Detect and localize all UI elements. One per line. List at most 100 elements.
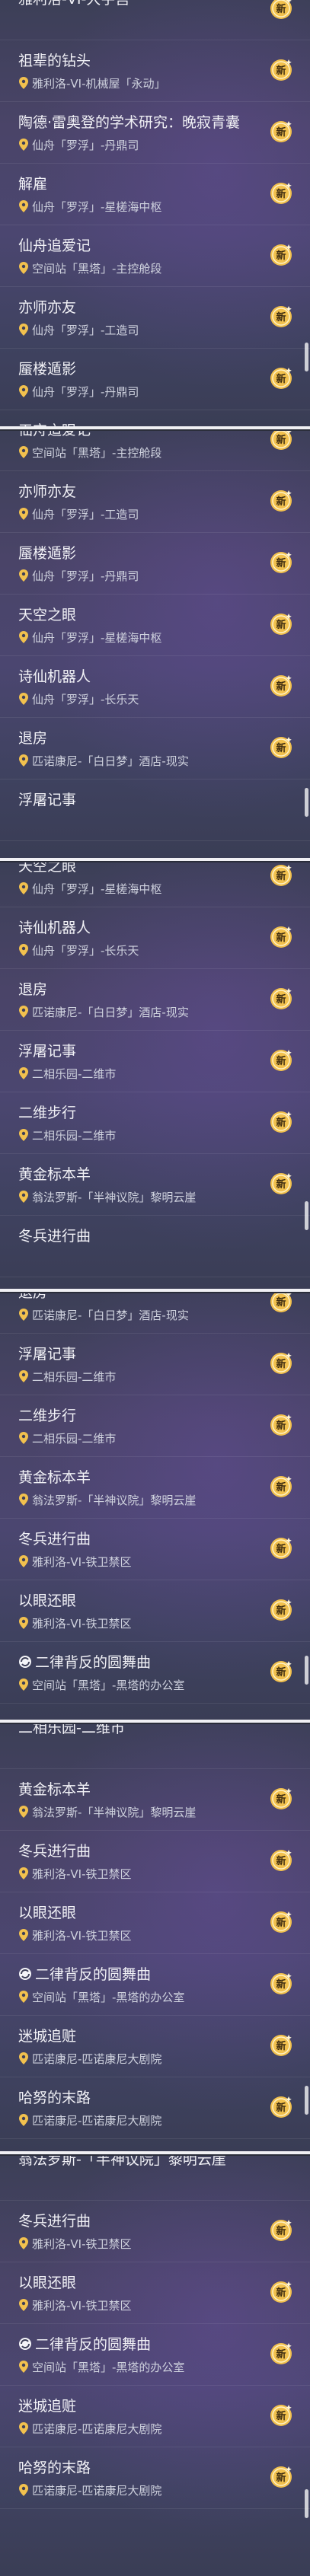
quest-title: 天空之眼 [18,862,76,875]
scrollbar-thumb[interactable] [305,1656,308,1685]
quest-item[interactable]: 诗仙机器人 仙舟「罗浮」-长乐天 新 [0,656,310,718]
new-badge-icon: 新 [270,431,292,450]
quest-location-text: 雅利洛-VI-铁卫禁区 [32,1555,132,1569]
new-badge-icon: 新 [270,2096,292,2118]
scrollbar-thumb[interactable] [305,1201,308,1230]
quest-location: 空间站「黑塔」-主控舱段 [18,445,161,461]
quest-item[interactable]: 二相乐园-二维市 [0,1724,310,1769]
quest-item[interactable]: 以眼还眼 雅利洛-VI-铁卫禁区 新 [0,1892,310,1954]
map-pin-icon [19,1991,28,2003]
quest-item[interactable]: 浮屠记事 二相乐园-二维市 新 [0,1031,310,1092]
quest-item[interactable]: 雅利洛-VI-大宇宫 新 [0,0,310,40]
quest-item[interactable]: 迷城追赃 匹诺康尼-匹诺康尼大剧院 新 [0,2386,310,2447]
quest-item[interactable]: 黄金标本羊 翁法罗斯-「半神议院」黎明云崖 新 [0,1457,310,1519]
quest-item[interactable]: 亦师亦友 仙舟「罗浮」-工造司 新 [0,471,310,533]
quest-item[interactable]: 以眼还眼 雅利洛-VI-铁卫禁区 新 [0,1580,310,1642]
svg-text:新: 新 [276,1543,286,1555]
new-badge-icon: 新 [270,183,292,204]
quest-location-text: 翁法罗斯-「半神议院」黎明云崖 [32,1191,197,1204]
quest-location-text: 仙舟「罗浮」-长乐天 [32,693,139,706]
quest-title-text: 亦师亦友 [18,483,77,500]
quest-title-text: 二律背反的圆舞曲 [35,1966,152,1983]
quest-item[interactable]: 以眼还眼 雅利洛-VI-铁卫禁区 新 [0,2262,310,2324]
quest-list: 天空之眼 仙舟「罗浮」-星槎海中枢新诗仙机器人 仙舟「罗浮」-长乐天新退房匹诺康尼-… [0,862,310,1277]
quest-item[interactable]: 二维步行 二相乐园-二维市 新 [0,1395,310,1457]
quest-location-text: 翁法罗斯-「半神议院」黎明云崖 [32,1806,197,1819]
quest-item[interactable]: 天空之眼 仙舟「罗浮」-星槎海中枢 新 [0,862,310,907]
quest-item[interactable]: 冬兵进行曲 雅利洛-VI-铁卫禁区 新 [0,2201,310,2262]
quest-location: 匹诺康尼-「白日梦」酒店-现实 [18,1004,189,1020]
quest-item[interactable]: 二维步行 二相乐园-二维市 新 [0,1092,310,1154]
quest-item[interactable]: 浮屠记事 二相乐园-二维市 新 [0,1334,310,1395]
quest-item[interactable]: 退房匹诺康尼-「白日梦」酒店-现实 新 [0,718,310,779]
map-pin-icon [19,1432,28,1444]
new-badge-icon: 新 [270,2343,292,2364]
svg-text:新: 新 [276,742,286,754]
map-pin-icon [19,631,28,643]
quest-location-text: 匹诺康尼-匹诺康尼大剧院 [32,2422,162,2436]
quest-item[interactable]: 诗仙机器人 仙舟「罗浮」-长乐天 新 [0,907,310,969]
quest-item[interactable]: 陶德·雷奥登的学术研究：晚寂青囊 仙舟「罗浮」-丹鼎司 新 [0,102,310,164]
map-pin-icon [19,2052,28,2064]
scrollbar-thumb[interactable] [305,2086,308,2115]
quest-item[interactable]: 退房匹诺康尼-「白日梦」酒店-现实 新 [0,969,310,1031]
quest-title: 天空之眼 [18,604,76,624]
svg-text:新: 新 [276,1358,286,1370]
swirl-icon [19,1656,31,1668]
map-pin-icon [19,1679,28,1691]
quest-item[interactable]: 退房匹诺康尼-「白日梦」酒店-现实 新 [0,1293,310,1334]
map-pin-icon [19,324,28,336]
quest-item[interactable]: 亦师亦友 仙舟「罗浮」-工造司 新 [0,287,310,349]
new-badge-icon: 新 [270,59,292,81]
new-badge-icon: 新 [270,1599,292,1621]
quest-item[interactable]: 哈努的末路 匹诺康尼-匹诺康尼大剧院 新 [0,2447,310,2509]
quest-item[interactable]: 仙舟追爱记空间站「黑塔」-主控舱段 新 [0,225,310,287]
quest-item[interactable]: 哈努的末路 匹诺康尼-匹诺康尼大剧院 新 [0,2077,310,2139]
quest-item[interactable]: 仙舟追爱记空间站「黑塔」-主控舱段 新 [0,431,310,471]
quest-item[interactable]: 蜃楼遁影 仙舟「罗浮」-丹鼎司 新 [0,349,310,410]
quest-location: 仙舟「罗浮」-丹鼎司 [18,137,139,153]
quest-title-text: 仙舟追爱记 [18,238,91,254]
scrollbar-thumb[interactable] [305,788,308,817]
quest-item[interactable]: 二律背反的圆舞曲 空间站「黑塔」-黑塔的办公室 新 [0,1954,310,2016]
quest-item[interactable]: 解雇 仙舟「罗浮」-星槎海中枢 新 [0,164,310,225]
quest-item[interactable]: 黄金标本羊 翁法罗斯-「半神议院」黎明云崖 新 [0,1154,310,1216]
new-badge-icon: 新 [270,1661,292,1682]
quest-title: 退房 [18,978,47,999]
quest-item[interactable]: 天空之眼仙舟「罗浮」-星槎海中枢 [0,410,310,426]
quest-item[interactable]: 二律背反的圆舞曲 空间站「黑塔」-黑塔的办公室 新 [0,1642,310,1704]
quest-item[interactable]: 黄金标本羊 翁法罗斯-「半神议院」黎明云崖 新 [0,1769,310,1831]
quest-item[interactable]: 祖辈的钻头 雅利洛-VI-机械屋「永动」 新 [0,40,310,102]
quest-item[interactable]: 浮屠记事 [0,779,310,841]
quest-location: 仙舟「罗浮」-丹鼎司 [18,568,139,584]
scrollbar-thumb[interactable] [305,343,308,371]
new-badge-icon: 新 [270,614,292,635]
quest-item[interactable]: 翁法罗斯-「半神议院」黎明云崖 [0,2156,310,2201]
quest-location-text: 雅利洛-VI-铁卫禁区 [32,1929,132,1943]
map-pin-icon [19,2422,28,2434]
quest-item[interactable]: 二律背反的圆舞曲 空间站「黑塔」-黑塔的办公室 新 [0,2324,310,2386]
quest-location-text: 空间站「黑塔」-主控舱段 [32,262,162,276]
quest-item[interactable]: 冬兵进行曲 雅利洛-VI-铁卫禁区 新 [0,1519,310,1580]
svg-text:新: 新 [276,1666,286,1679]
svg-text:新: 新 [276,870,286,882]
svg-text:新: 新 [276,1978,286,1991]
quest-title-text: 天空之眼 [18,607,77,623]
quest-item[interactable]: 迷城追赃 匹诺康尼-匹诺康尼大剧院 新 [0,2016,310,2077]
quest-title-text: 退房 [18,981,48,998]
quest-item[interactable]: 蜃楼遁影 仙舟「罗浮」-丹鼎司 新 [0,533,310,595]
quest-item[interactable]: 冬兵进行曲 雅利洛-VI-铁卫禁区 新 [0,1831,310,1892]
quest-location: 仙舟「罗浮」-星槎海中枢 [18,199,161,215]
quest-item[interactable]: 冬兵进行曲 [0,1216,310,1277]
quest-list: 二相乐园-二维市 黄金标本羊 翁法罗斯-「半神议院」黎明云崖新冬兵进行曲 雅利洛-VI… [0,1724,310,2139]
quest-location: 匹诺康尼-「白日梦」酒店-现实 [18,1307,189,1323]
svg-text:新: 新 [276,993,286,1006]
quest-title-text: 黄金标本羊 [18,1781,91,1798]
new-badge-icon: 新 [270,2220,292,2241]
new-badge-icon: 新 [270,1850,292,1871]
quest-location: 空间站「黑塔」-黑塔的办公室 [18,2359,184,2375]
quest-item[interactable]: 天空之眼 仙舟「罗浮」-星槎海中枢 新 [0,595,310,656]
map-pin-icon [19,1006,28,1018]
quest-title-text: 雅利洛-VI-大宇宫 [18,0,129,8]
scrollbar-thumb[interactable] [305,2489,308,2518]
